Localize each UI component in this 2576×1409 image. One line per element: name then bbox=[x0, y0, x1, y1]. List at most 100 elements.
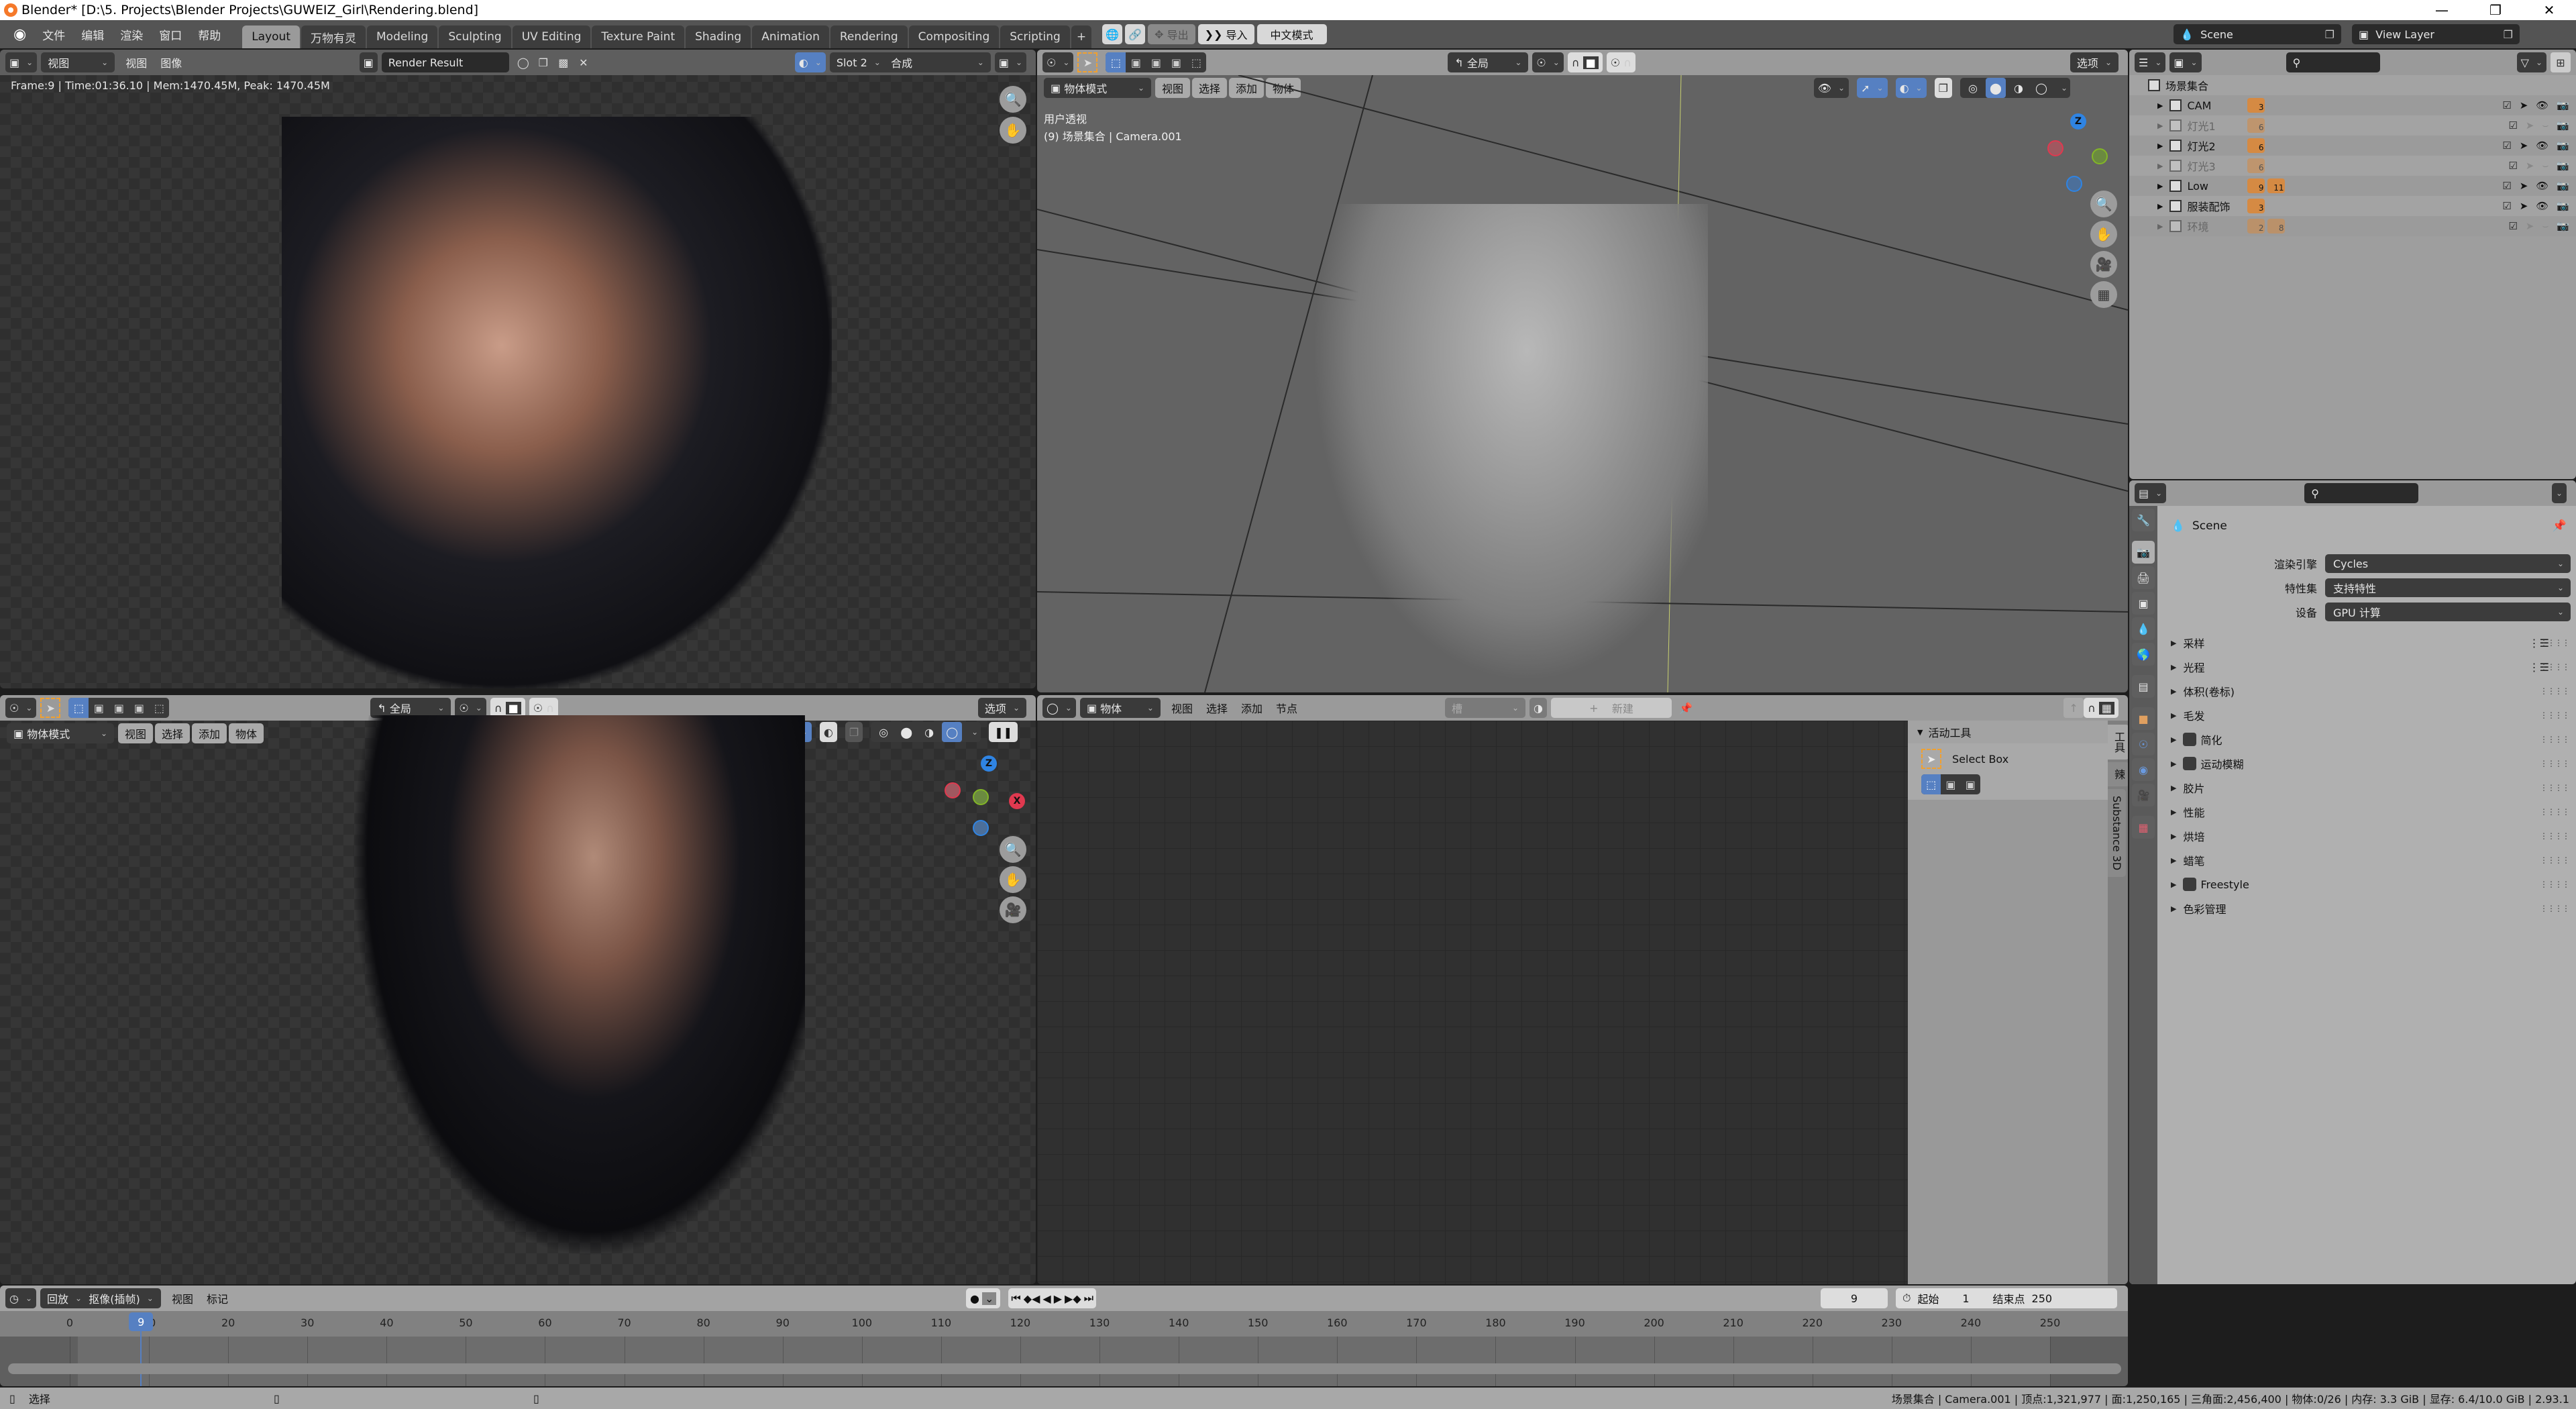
physics-tab-icon[interactable]: ☉ bbox=[2132, 733, 2155, 755]
active-tool-panel-header[interactable]: ▼ 活动工具 bbox=[1908, 721, 2108, 743]
transform-orientation-dropdown[interactable]: ↰ 全局 ⌄ bbox=[1448, 52, 1529, 72]
keying-dropdown[interactable]: 抠像(插帧) bbox=[89, 1290, 140, 1306]
drag-grip-icon[interactable]: ⋮⋮⋮⋮ bbox=[2540, 686, 2570, 696]
tab-texture-paint[interactable]: Texture Paint bbox=[592, 25, 685, 48]
snap-toggle[interactable]: ∩ ■ bbox=[1567, 52, 1603, 72]
panel-header[interactable]: ▶ 毛发 ⋮⋮⋮⋮ bbox=[2157, 703, 2576, 727]
material-browse-button[interactable]: ◑ bbox=[1529, 698, 1547, 718]
select-invert-icon[interactable]: ▣ bbox=[129, 698, 149, 718]
expand-triangle-icon[interactable]: ▶ bbox=[2157, 202, 2163, 211]
menu-image[interactable]: 图像 bbox=[160, 54, 182, 70]
outliner-row[interactable]: ▶ 灯光3 6 ☑ ➤ ⌣ 📷 bbox=[2129, 156, 2576, 176]
end-frame-field[interactable]: 250 bbox=[2032, 1292, 2053, 1305]
editor-type-button[interactable]: ▤ ⌄ bbox=[2135, 483, 2167, 503]
render-camera-icon[interactable]: 📷 bbox=[2557, 119, 2569, 132]
tool-tab-icon[interactable]: 🔧 bbox=[2132, 509, 2155, 531]
child-count-badge[interactable]: 3 bbox=[2247, 199, 2265, 213]
menu-view[interactable]: 视图 bbox=[1171, 700, 1193, 716]
drag-grip-icon[interactable]: ⋮⋮⋮⋮ bbox=[2540, 638, 2570, 647]
child-count-badge[interactable]: 6 bbox=[2247, 158, 2265, 173]
editor-type-button[interactable]: ◷ ⌄ bbox=[5, 1288, 37, 1308]
panel-header[interactable]: ▶ 运动模糊 ⋮⋮⋮⋮ bbox=[2157, 751, 2576, 776]
select-invert-icon[interactable]: ▣ bbox=[1166, 52, 1186, 72]
render-camera-icon[interactable]: 📷 bbox=[2557, 99, 2569, 111]
drag-grip-icon[interactable]: ⋮⋮⋮⋮ bbox=[2540, 783, 2570, 792]
playhead-frame-badge[interactable]: 9 bbox=[129, 1312, 154, 1331]
object-tab-icon[interactable]: ■ bbox=[2132, 707, 2155, 730]
select-extend-icon[interactable]: ▣ bbox=[1941, 774, 1960, 794]
menu-node[interactable]: 节点 bbox=[1276, 700, 1297, 716]
add-workspace-button[interactable]: + bbox=[1071, 25, 1092, 48]
hidden-eye-icon[interactable]: ⌣ bbox=[2542, 160, 2548, 172]
menu-file[interactable]: 文件 bbox=[42, 26, 65, 43]
pin-icon[interactable]: 📌 bbox=[2553, 519, 2567, 533]
drag-grip-icon[interactable]: ⋮⋮⋮⋮ bbox=[2540, 880, 2570, 889]
pan-hand-icon[interactable]: ✋ bbox=[2090, 221, 2117, 248]
tab-modeling[interactable]: Modeling bbox=[367, 25, 438, 48]
drag-grip-icon[interactable]: ⋮⋮⋮⋮ bbox=[2540, 831, 2570, 841]
blender-menu-icon[interactable]: ◉ bbox=[13, 26, 26, 43]
new-view-layer-icon[interactable]: ❐ bbox=[2504, 28, 2513, 41]
record-button[interactable]: ● ⌄ bbox=[966, 1288, 1001, 1308]
display-mode-button[interactable]: ▣ ⌄ bbox=[994, 52, 1026, 72]
pin-icon[interactable]: 📌 bbox=[1676, 698, 1696, 718]
minimize-button[interactable]: — bbox=[2415, 0, 2469, 20]
exclude-checkbox-icon[interactable]: ☑ bbox=[2502, 200, 2511, 212]
export-button[interactable]: ✥ 导出 bbox=[1148, 24, 1195, 44]
panel-header[interactable]: ▶ 色彩管理 ⋮⋮⋮⋮ bbox=[2157, 896, 2576, 921]
link-icon[interactable]: 🔗 bbox=[1125, 24, 1146, 44]
tab-tool[interactable]: 工具 bbox=[2108, 725, 2128, 760]
child-count-badge[interactable]: 3 bbox=[2247, 98, 2265, 113]
tab-wanwuyouling[interactable]: 万物有灵 bbox=[301, 25, 366, 48]
outliner-row[interactable]: ▶ CAM 3 ☑ ➤ 👁 📷 bbox=[2129, 95, 2576, 115]
prev-keyframe-icon[interactable]: ◆◀ bbox=[1024, 1292, 1040, 1305]
selectable-arrow-icon[interactable]: ➤ bbox=[2520, 99, 2528, 111]
panel-header[interactable]: ▶ 简化 ⋮⋮⋮⋮ bbox=[2157, 727, 2576, 751]
child-count-badge[interactable]: 8 bbox=[2267, 219, 2286, 233]
properties-search-input[interactable]: ⚲ bbox=[2304, 483, 2419, 503]
render-camera-icon[interactable]: 📷 bbox=[2557, 220, 2569, 232]
editor-type-button[interactable]: ☰ ⌄ bbox=[2135, 52, 2166, 72]
unlink-image-icon[interactable]: ✕ bbox=[574, 52, 594, 72]
pan-hand-icon[interactable]: ✋ bbox=[1000, 117, 1026, 144]
menu-object[interactable]: 物体 bbox=[229, 723, 264, 743]
scene-tab-icon[interactable]: 💧 bbox=[2132, 617, 2155, 640]
view-layer-selector[interactable]: ▣ View Layer ❐ bbox=[2352, 24, 2520, 44]
falloff-icon[interactable]: ∩ bbox=[546, 702, 554, 715]
image-browse-button[interactable]: ▣ bbox=[359, 52, 378, 72]
field-dropdown[interactable]: 支持特性 ⌄ bbox=[2325, 578, 2571, 597]
tab-rendering[interactable]: Rendering bbox=[830, 25, 908, 48]
camera-view-icon[interactable]: 🎥 bbox=[1000, 896, 1026, 923]
import-button[interactable]: ❯❯ 导入 bbox=[1197, 24, 1254, 44]
output-tab-icon[interactable]: 🖨 bbox=[2132, 566, 2155, 589]
eye-icon[interactable]: 👁 bbox=[2536, 180, 2548, 192]
stopwatch-icon[interactable]: ⏱ bbox=[1902, 1292, 1911, 1305]
next-keyframe-icon[interactable]: ▶◆ bbox=[1065, 1292, 1081, 1305]
rendered-shading-icon[interactable]: ◯ bbox=[942, 722, 963, 742]
exclude-checkbox-icon[interactable]: ☑ bbox=[2508, 119, 2517, 132]
outliner-row[interactable]: ▶ 环境 2 8 ☑ ➤ ⌣ 📷 bbox=[2129, 216, 2576, 236]
drag-grip-icon[interactable]: ⋮⋮⋮⋮ bbox=[2540, 855, 2570, 865]
menu-select[interactable]: 选择 bbox=[1206, 700, 1228, 716]
snap-target-icon[interactable]: ■ bbox=[1582, 56, 1599, 69]
selectable-arrow-icon[interactable]: ➤ bbox=[2526, 220, 2534, 232]
filter-dropdown[interactable]: ▽ ⌄ bbox=[2516, 52, 2546, 72]
gizmo-y-axis[interactable] bbox=[973, 789, 989, 805]
render-camera-icon[interactable]: 📷 bbox=[2557, 140, 2569, 152]
child-count-badge[interactable]: 9 bbox=[2247, 178, 2265, 193]
gizmo-y-axis[interactable] bbox=[2092, 148, 2108, 164]
xray-toggle[interactable]: ❐ bbox=[845, 722, 863, 742]
ortho-grid-icon[interactable]: ▦ bbox=[2090, 281, 2117, 308]
zoom-icon[interactable]: 🔍 bbox=[2090, 191, 2117, 217]
display-mode-button[interactable]: ▣ ⌄ bbox=[2169, 52, 2202, 72]
render-camera-icon[interactable]: 📷 bbox=[2557, 180, 2569, 192]
slot-dropdown[interactable]: 槽 ⌄ bbox=[1445, 698, 1526, 718]
editor-type-button[interactable]: ☉ ⌄ bbox=[5, 698, 37, 718]
image-name-field[interactable]: Render Result bbox=[381, 52, 509, 72]
child-count-badge[interactable]: 6 bbox=[2247, 118, 2265, 133]
slot-layer-selector[interactable]: Slot 2 ⌄ 合成 ⌄ bbox=[829, 52, 991, 72]
panel-header[interactable]: ▶ 采样 ⋮☰ ⋮⋮⋮⋮ bbox=[2157, 631, 2576, 655]
child-count-badge[interactable]: 2 bbox=[2247, 219, 2265, 233]
tab-layout[interactable]: Layout bbox=[242, 25, 300, 48]
timeline-scrollbar[interactable] bbox=[8, 1363, 2121, 1374]
